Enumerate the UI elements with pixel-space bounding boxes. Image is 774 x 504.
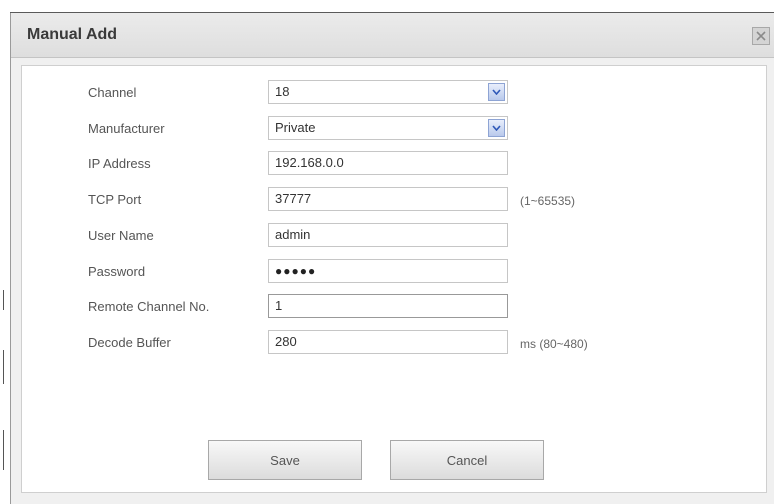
dialog-titlebar[interactable]: Manual Add	[11, 13, 774, 58]
manufacturer-label: Manufacturer	[88, 121, 165, 136]
edge-mark	[3, 350, 4, 384]
channel-value: 18	[275, 84, 290, 99]
window-edge	[0, 0, 10, 504]
user-name-field[interactable]: admin	[268, 223, 508, 247]
tcp-port-field[interactable]: 37777	[268, 187, 508, 211]
chevron-down-icon	[492, 125, 501, 131]
close-button[interactable]	[752, 27, 770, 45]
password-label: Password	[88, 264, 146, 279]
tcp-port-range-hint: (1~65535)	[520, 194, 576, 208]
edge-mark	[3, 430, 4, 470]
decode-buffer-range-hint: ms (80~480)	[520, 337, 588, 351]
remote-channel-field[interactable]: 1	[268, 294, 508, 318]
edge-mark	[3, 290, 4, 310]
manufacturer-value: Private	[275, 120, 316, 135]
decode-buffer-field[interactable]: 280	[268, 330, 508, 354]
ip-address-label: IP Address	[88, 156, 151, 171]
password-field[interactable]: ●●●●●	[268, 259, 508, 283]
manual-add-dialog: Manual Add Channel 18 Manufacturer Priva…	[10, 13, 774, 504]
channel-select[interactable]: 18	[268, 80, 508, 104]
remote-channel-label: Remote Channel No.	[88, 299, 210, 314]
ip-address-field[interactable]: 192.168.0.0	[268, 151, 508, 175]
form-panel: Channel 18 Manufacturer Private IP Addre…	[21, 65, 767, 493]
tcp-port-label: TCP Port	[88, 192, 142, 207]
close-icon	[756, 31, 766, 41]
channel-label: Channel	[88, 85, 137, 100]
dialog-title: Manual Add	[27, 26, 118, 43]
save-button[interactable]: Save	[208, 440, 362, 480]
chevron-down-icon	[492, 89, 501, 95]
manufacturer-select[interactable]: Private	[268, 116, 508, 140]
cancel-button[interactable]: Cancel	[390, 440, 544, 480]
dropdown-arrow-button[interactable]	[488, 83, 505, 101]
dropdown-arrow-button[interactable]	[488, 119, 505, 137]
decode-buffer-label: Decode Buffer	[88, 335, 171, 350]
user-name-label: User Name	[88, 228, 154, 243]
